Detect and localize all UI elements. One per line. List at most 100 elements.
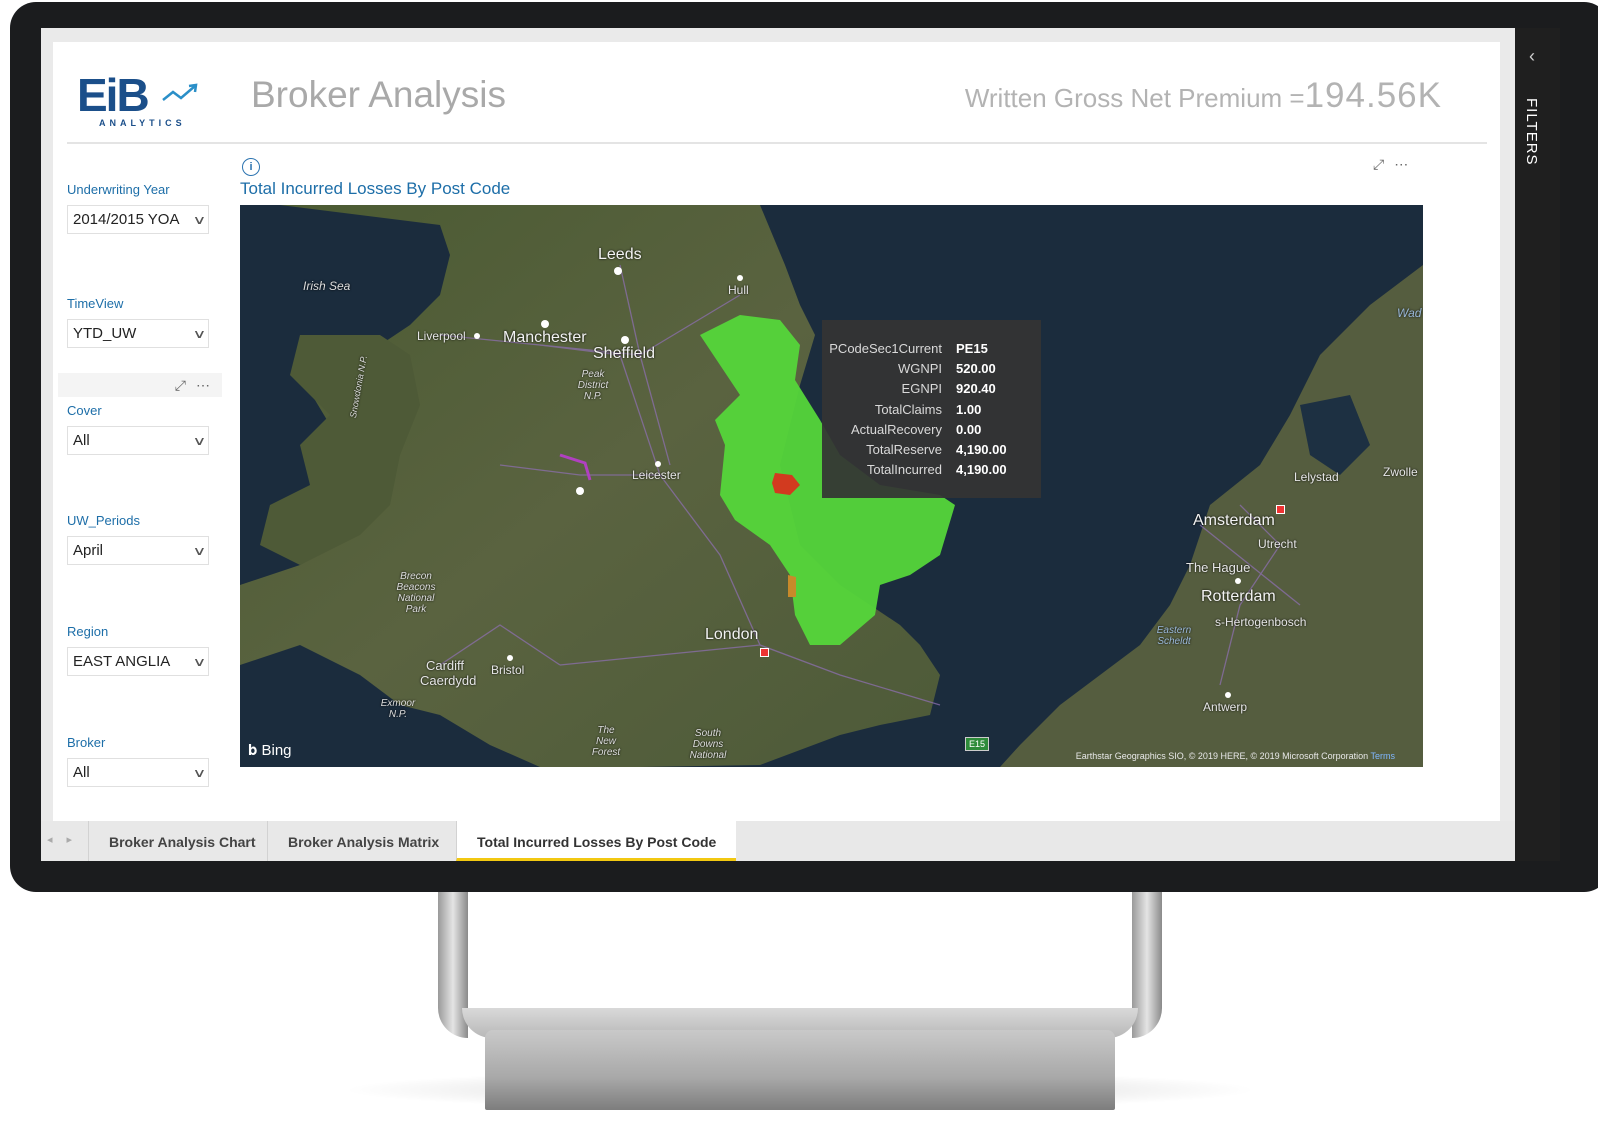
tooltip-label: PCodeSec1Current	[829, 340, 942, 356]
tooltip-value: 1.00	[956, 401, 982, 417]
slicer-label: Cover	[67, 403, 102, 418]
page-tab-bar: ◂▸ Broker Analysis Chart Broker Analysis…	[41, 821, 1515, 861]
park-label-exmoor: Exmoor N.P.	[380, 698, 416, 720]
city-label-zwolle: Zwolle	[1383, 465, 1418, 479]
tooltip-row: TotalIncurred 4,190.00	[822, 460, 1041, 480]
city-label-rotterdam: Rotterdam	[1201, 588, 1276, 605]
focus-mode-icon[interactable]: ⤢	[1373, 156, 1384, 173]
chevron-down-icon: ∨	[192, 543, 207, 558]
slicer-dropdown[interactable]: YTD_UW ∨	[67, 319, 209, 348]
city-label-antwerp: Antwerp	[1203, 700, 1248, 714]
header-divider	[67, 142, 1487, 144]
tooltip-label: TotalIncurred	[866, 462, 942, 478]
park-label-brecon: Brecon Beacons National Park	[396, 571, 436, 615]
tab-broker-analysis-chart[interactable]: Broker Analysis Chart	[88, 821, 276, 861]
slicer-value: EAST ANGLIA	[73, 653, 171, 670]
slicer-underwriting-year: Underwriting Year 2014/2015 YOA ∨	[67, 182, 227, 234]
tooltip-label: ActualRecovery	[850, 421, 942, 437]
city-dot	[576, 487, 584, 495]
logo-trend-icon	[162, 83, 198, 101]
tab-total-incurred-losses[interactable]: Total Incurred Losses By Post Code	[456, 821, 737, 861]
kpi-label: Written Gross Net Premium =	[964, 83, 1305, 113]
tooltip-row: EGNPI 920.40	[822, 379, 1041, 399]
focus-mode-icon[interactable]: ⤢	[175, 377, 186, 394]
city-dot	[621, 336, 629, 344]
capital-marker	[1276, 505, 1285, 514]
filled-map[interactable]: Leeds Hull Irish Sea Liverpool Mancheste…	[240, 205, 1423, 767]
tooltip-row: WGNPI 520.00	[822, 358, 1041, 378]
tooltip-row: ActualRecovery 0.00	[822, 419, 1041, 439]
city-label-the-hague: The Hague	[1186, 560, 1251, 575]
tooltip-label: WGNPI	[897, 360, 942, 376]
slicer-label: Underwriting Year	[67, 182, 170, 197]
tab-scroll-arrows-icon[interactable]: ◂▸	[47, 833, 86, 846]
city-label-cardiff: Cardiff Caerdydd	[420, 658, 477, 688]
slicer-value: April	[73, 542, 104, 559]
city-label-manchester: Manchester	[503, 329, 587, 346]
map-tooltip: PCodeSec1Current PE15 WGNPI 520.00 EGNPI 92…	[822, 320, 1041, 498]
city-label-sheffield: Sheffield	[593, 345, 655, 362]
chevron-down-icon: ∨	[192, 654, 207, 669]
tooltip-value: 520.00	[956, 360, 996, 376]
slicer-label: Broker	[67, 735, 106, 750]
park-label-peak: Peak District N.P.	[577, 369, 609, 402]
slicer-timeview: TimeView YTD_UW ∨	[67, 296, 227, 348]
city-dot	[1235, 578, 1241, 584]
city-label-leeds: Leeds	[598, 246, 642, 263]
report-canvas: EiB ANALYTICS Broker Analysis Written Gr…	[53, 42, 1500, 834]
slicer-value: All	[73, 764, 90, 781]
chevron-down-icon: ∨	[192, 326, 207, 341]
slicer-broker: Broker All ∨	[67, 735, 227, 787]
filters-pane[interactable]: ‹ FILTERS	[1515, 28, 1560, 861]
slicer-uw-periods: UW_Periods April ∨	[67, 513, 227, 565]
slicer-dropdown[interactable]: All ∨	[67, 758, 209, 787]
chevron-down-icon: ∨	[192, 433, 207, 448]
slicer-label: TimeView	[67, 296, 124, 311]
city-dot	[737, 275, 743, 281]
tooltip-value: 4,190.00	[956, 462, 1007, 478]
visual-title: Total Incurred Losses By Post Code	[240, 179, 511, 198]
slicer-dropdown[interactable]: EAST ANGLIA ∨	[67, 647, 209, 676]
attribution-text: Earthstar Geographics SIO, © 2019 HERE, …	[1075, 751, 1369, 761]
city-label-amsterdam: Amsterdam	[1193, 512, 1275, 529]
slicer-dropdown[interactable]: 2014/2015 YOA ∨	[67, 205, 209, 234]
more-options-icon[interactable]: ⋯	[196, 377, 210, 394]
slicer-value: YTD_UW	[73, 325, 137, 342]
tooltip-label: TotalClaims	[874, 401, 942, 417]
city-dot	[1225, 692, 1231, 698]
region-accent	[788, 575, 796, 597]
water-label-eastern-scheldt: Eastern Scheldt	[1156, 625, 1192, 647]
slicer-header-tools: ⤢ ⋯	[58, 373, 222, 397]
city-dot	[474, 333, 480, 339]
chevron-left-icon[interactable]: ‹	[1529, 46, 1535, 67]
slicer-dropdown[interactable]: All ∨	[67, 426, 209, 455]
more-options-icon[interactable]: ⋯	[1394, 156, 1408, 173]
capital-marker	[760, 648, 769, 657]
info-icon[interactable]: i	[242, 158, 260, 176]
city-label-bristol: Bristol	[491, 663, 525, 677]
terms-link[interactable]: Terms	[1371, 751, 1396, 761]
slicer-cover: Cover All ∨	[67, 403, 227, 455]
city-label-lelystad: Lelystad	[1294, 470, 1339, 484]
park-label-new-forest: The New Forest	[591, 725, 621, 758]
visual-header-tools: ⤢ ⋯	[1373, 156, 1408, 173]
page-title: Broker Analysis	[251, 74, 506, 115]
city-dot	[655, 461, 661, 467]
tooltip-value: 920.40	[956, 381, 996, 397]
slicer-dropdown[interactable]: April ∨	[67, 536, 209, 565]
road-badge: E15	[965, 737, 990, 751]
tooltip-label: EGNPI	[901, 381, 942, 397]
chevron-down-icon: ∨	[192, 212, 207, 227]
tooltip-row: TotalReserve 4,190.00	[822, 439, 1041, 459]
slicer-region: Region EAST ANGLIA ∨	[67, 624, 227, 676]
tooltip-row: TotalClaims 1.00	[822, 399, 1041, 419]
sea-label-irish-sea: Irish Sea	[303, 279, 351, 293]
tooltip-label: TotalReserve	[866, 442, 942, 458]
kpi-card: Written Gross Net Premium =194.56K	[965, 76, 1442, 116]
slicer-label: UW_Periods	[67, 513, 140, 528]
city-label-liverpool: Liverpool	[417, 329, 466, 343]
tooltip-value: PE15	[956, 340, 988, 356]
tooltip-value: 0.00	[956, 421, 982, 437]
tab-broker-analysis-matrix[interactable]: Broker Analysis Matrix	[267, 821, 459, 861]
tooltip-row: PCodeSec1Current PE15	[822, 338, 1041, 358]
